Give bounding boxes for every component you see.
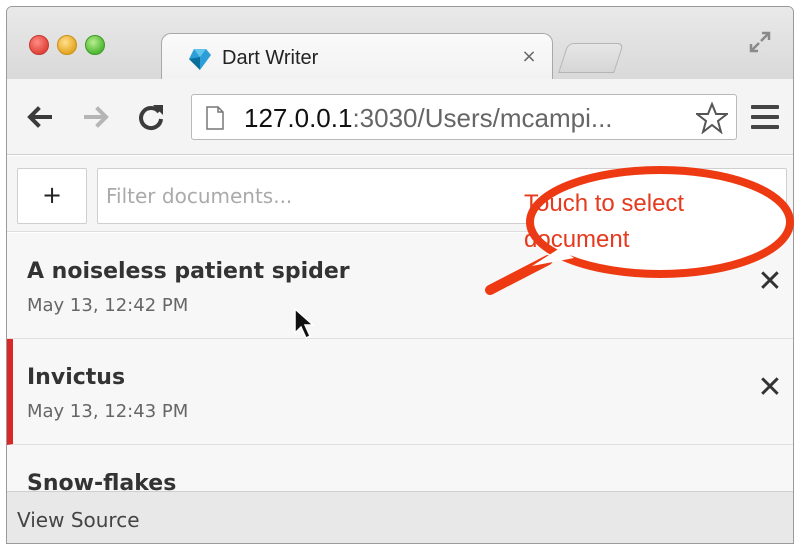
footer-bar: View Source (7, 491, 793, 543)
zoom-window-button[interactable] (85, 35, 105, 55)
view-source-link[interactable]: View Source (17, 508, 140, 532)
close-window-button[interactable] (29, 35, 49, 55)
tab-dart-writer[interactable]: Dart Writer × (161, 33, 553, 79)
address-bar[interactable]: 127.0.0.1:3030/Users/mcampi... (191, 94, 737, 140)
callout-text: Touch to select document (524, 186, 744, 258)
reload-icon (139, 105, 163, 131)
dart-logo-icon (189, 49, 211, 70)
document-title: A noiseless patient spider (27, 259, 350, 284)
reload-button[interactable] (135, 101, 167, 133)
url-path: :3030/Users/mcampi... (352, 103, 613, 133)
back-button[interactable] (23, 101, 55, 133)
back-arrow-icon (27, 106, 52, 128)
add-document-button[interactable]: + (17, 168, 87, 224)
document-date: May 13, 12:43 PM (27, 401, 189, 422)
url-text: 127.0.0.1:3030/Users/mcampi... (244, 103, 684, 133)
document-title: Invictus (27, 365, 126, 390)
tab-close-icon[interactable]: × (518, 46, 540, 68)
fullscreen-icon[interactable] (747, 29, 773, 55)
document-date: May 13, 12:42 PM (27, 295, 189, 316)
mouse-cursor-icon (294, 307, 315, 340)
browser-toolbar: 127.0.0.1:3030/Users/mcampi... (7, 79, 793, 155)
document-item-selected[interactable]: Invictus May 13, 12:43 PM ✕ (7, 339, 793, 445)
url-host: 127.0.0.1 (244, 103, 353, 133)
callout-line-1: Touch to select (524, 190, 685, 217)
delete-document-icon[interactable]: ✕ (753, 371, 787, 405)
callout-line-2: document (524, 226, 630, 253)
menu-icon[interactable] (751, 105, 779, 129)
tab-title: Dart Writer (222, 47, 319, 69)
document-item[interactable]: Snow-flakes (7, 445, 793, 497)
page-icon (206, 106, 224, 130)
new-tab-button[interactable] (558, 43, 624, 73)
star-icon[interactable] (696, 102, 728, 134)
forward-arrow-icon (84, 106, 109, 128)
minimize-window-button[interactable] (57, 35, 77, 55)
forward-button[interactable] (81, 101, 113, 133)
tab-strip: Dart Writer × (7, 7, 793, 79)
